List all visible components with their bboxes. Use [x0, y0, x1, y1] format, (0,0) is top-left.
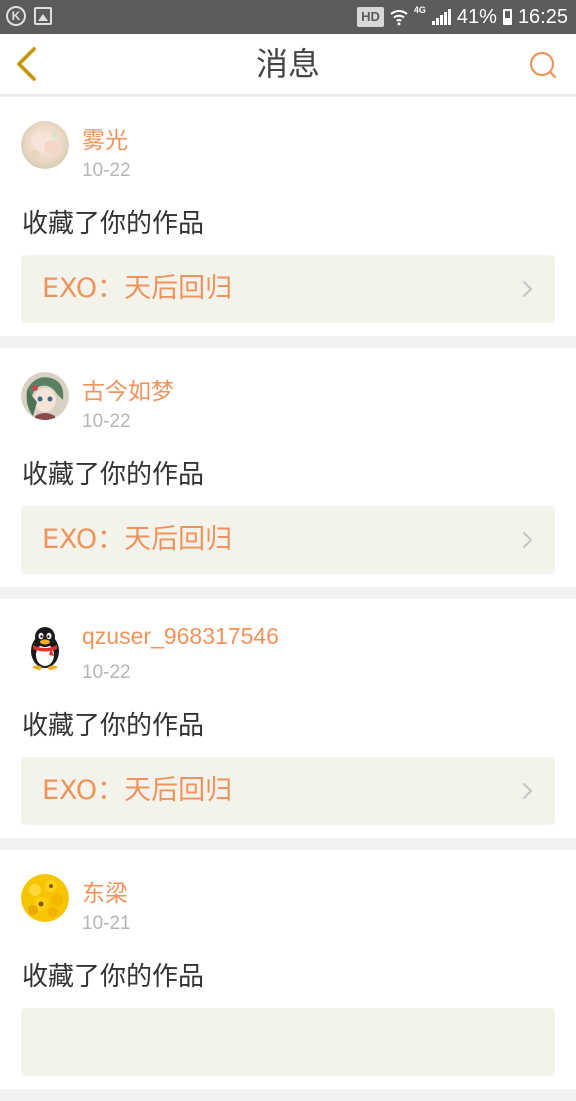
message-card: 古今如梦 10-22 收藏了你的作品 EXO：天后回归: [0, 348, 576, 587]
page-title: 消息: [255, 45, 320, 83]
message-card: 东梁 10-21 收藏了你的作品: [0, 850, 576, 1089]
battery-icon: [502, 9, 512, 25]
wifi-icon: [390, 10, 408, 26]
status-bar: K HD 4G 41% 16:25: [0, 0, 576, 34]
action-text: 收藏了你的作品: [22, 460, 205, 490]
message-card: qzuser_968317546 10-22 收藏了你的作品 EXO：天后回归: [0, 599, 576, 838]
action-text: 收藏了你的作品: [22, 711, 205, 741]
action-text: 收藏了你的作品: [22, 962, 205, 992]
app-header: 消息: [0, 34, 576, 95]
message-list: 雾光 10-22 收藏了你的作品 EXO：天后回归 古今如梦 10-22 收藏了…: [0, 97, 576, 1101]
qq-penguin-avatar[interactable]: [21, 623, 69, 671]
message-date: 10-22: [82, 662, 131, 683]
status-bar-left: K: [6, 6, 52, 26]
username[interactable]: 东梁: [82, 874, 128, 908]
message-date: 10-21: [82, 913, 131, 934]
sunflower-avatar[interactable]: [21, 874, 69, 922]
hd-badge: HD: [357, 7, 384, 27]
work-link[interactable]: EXO：天后回归: [21, 757, 555, 825]
username[interactable]: qzuser_968317546: [82, 623, 279, 650]
work-link[interactable]: EXO：天后回归: [21, 255, 555, 323]
message-date: 10-22: [82, 411, 131, 432]
work-link[interactable]: [21, 1008, 555, 1076]
status-bar-right: HD 4G 41% 16:25: [357, 4, 568, 30]
message-date: 10-22: [82, 160, 131, 181]
gallery-icon: [34, 7, 52, 25]
work-title: EXO：天后回归: [42, 775, 233, 806]
network-type: 4G: [413, 5, 426, 15]
message-card: 雾光 10-22 收藏了你的作品 EXO：天后回归: [0, 97, 576, 336]
k-app-icon: K: [6, 6, 26, 26]
chevron-right-icon: [523, 281, 533, 297]
signal-icon: [431, 9, 451, 25]
action-text: 收藏了你的作品: [22, 209, 205, 239]
search-icon[interactable]: [528, 50, 558, 80]
work-title: EXO：天后回归: [42, 524, 233, 555]
clock: 16:25: [517, 5, 568, 28]
anime-avatar[interactable]: [21, 372, 69, 420]
work-link[interactable]: EXO：天后回归: [21, 506, 555, 574]
username[interactable]: 古今如梦: [82, 372, 174, 406]
flower-avatar[interactable]: [21, 121, 69, 169]
work-title: EXO：天后回归: [42, 273, 233, 304]
username[interactable]: 雾光: [82, 121, 128, 155]
chevron-right-icon: [523, 783, 533, 799]
battery-percent: 41%: [456, 5, 497, 28]
chevron-right-icon: [523, 532, 533, 548]
